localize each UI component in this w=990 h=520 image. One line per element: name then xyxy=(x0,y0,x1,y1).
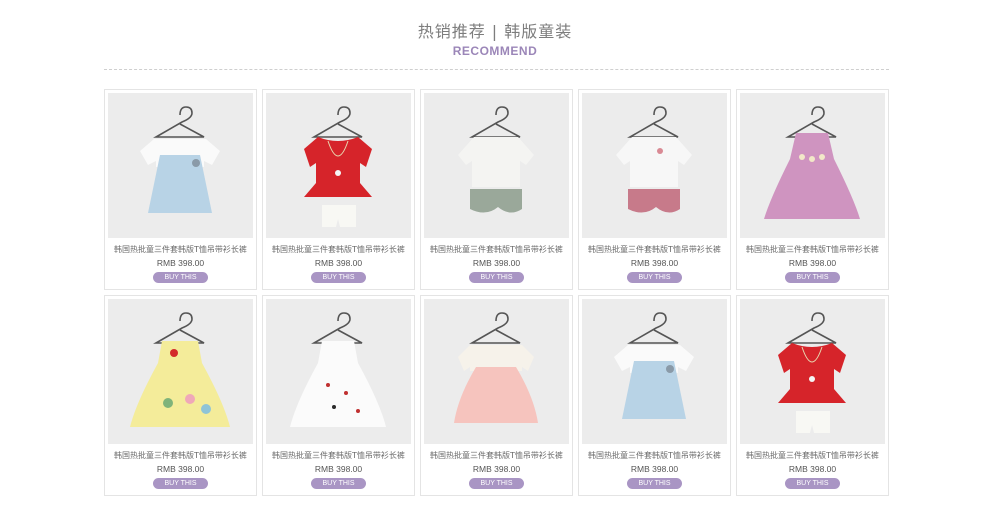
product-name[interactable]: 韩国热批童三件套韩版T恤吊带衫长裤 xyxy=(105,450,256,461)
buy-button[interactable]: BUY THIS xyxy=(785,272,840,283)
product-name[interactable]: 韩国热批童三件套韩版T恤吊带衫长裤 xyxy=(105,244,256,255)
product-name[interactable]: 韩国热批童三件套韩版T恤吊带衫长裤 xyxy=(263,244,414,255)
product-card[interactable]: 韩国热批童三件套韩版T恤吊带衫长裤 RMB 398.00 BUY THIS xyxy=(420,295,573,496)
product-image[interactable] xyxy=(424,299,569,444)
product-image[interactable] xyxy=(424,93,569,238)
garment-illustration xyxy=(740,299,885,444)
dashed-divider xyxy=(104,69,889,70)
product-price: RMB 398.00 xyxy=(156,258,205,268)
garment-illustration xyxy=(424,93,569,238)
product-price: RMB 398.00 xyxy=(788,258,837,268)
product-grid: 韩国热批童三件套韩版T恤吊带衫长裤 RMB 398.00 BUY THIS 韩国… xyxy=(104,89,889,496)
product-price: RMB 398.00 xyxy=(156,464,205,474)
product-name[interactable]: 韩国热批童三件套韩版T恤吊带衫长裤 xyxy=(421,244,572,255)
product-price: RMB 398.00 xyxy=(630,464,679,474)
product-price: RMB 398.00 xyxy=(788,464,837,474)
garment-illustration xyxy=(740,93,885,238)
product-card[interactable]: 韩国热批童三件套韩版T恤吊带衫长裤 RMB 398.00 BUY THIS xyxy=(262,295,415,496)
product-name[interactable]: 韩国热批童三件套韩版T恤吊带衫长裤 xyxy=(579,244,730,255)
product-image[interactable] xyxy=(108,299,253,444)
garment-illustration xyxy=(108,299,253,444)
garment-illustration xyxy=(266,299,411,444)
buy-button[interactable]: BUY THIS xyxy=(153,478,208,489)
garment-illustration xyxy=(108,93,253,238)
buy-button[interactable]: BUY THIS xyxy=(311,478,366,489)
garment-illustration xyxy=(424,299,569,444)
product-price: RMB 398.00 xyxy=(630,258,679,268)
product-name[interactable]: 韩国热批童三件套韩版T恤吊带衫长裤 xyxy=(737,450,888,461)
product-card[interactable]: 韩国热批童三件套韩版T恤吊带衫长裤 RMB 398.00 BUY THIS xyxy=(104,89,257,290)
product-name[interactable]: 韩国热批童三件套韩版T恤吊带衫长裤 xyxy=(579,450,730,461)
product-image[interactable] xyxy=(266,93,411,238)
product-card[interactable]: 韩国热批童三件套韩版T恤吊带衫长裤 RMB 398.00 BUY THIS xyxy=(578,295,731,496)
product-card[interactable]: 韩国热批童三件套韩版T恤吊带衫长裤 RMB 398.00 BUY THIS xyxy=(420,89,573,290)
product-card[interactable]: 韩国热批童三件套韩版T恤吊带衫长裤 RMB 398.00 BUY THIS xyxy=(104,295,257,496)
product-name[interactable]: 韩国热批童三件套韩版T恤吊带衫长裤 xyxy=(421,450,572,461)
section-header: 热销推荐 | 韩版童装 RECOMMEND xyxy=(0,0,990,72)
buy-button[interactable]: BUY THIS xyxy=(153,272,208,283)
buy-button[interactable]: BUY THIS xyxy=(627,478,682,489)
product-image[interactable] xyxy=(740,299,885,444)
product-name[interactable]: 韩国热批童三件套韩版T恤吊带衫长裤 xyxy=(263,450,414,461)
product-price: RMB 398.00 xyxy=(314,258,363,268)
product-image[interactable] xyxy=(266,299,411,444)
product-card[interactable]: 韩国热批童三件套韩版T恤吊带衫长裤 RMB 398.00 BUY THIS xyxy=(736,89,889,290)
product-image[interactable] xyxy=(582,299,727,444)
buy-button[interactable]: BUY THIS xyxy=(469,478,524,489)
product-name[interactable]: 韩国热批童三件套韩版T恤吊带衫长裤 xyxy=(737,244,888,255)
garment-illustration xyxy=(582,93,727,238)
product-card[interactable]: 韩国热批童三件套韩版T恤吊带衫长裤 RMB 398.00 BUY THIS xyxy=(262,89,415,290)
product-image[interactable] xyxy=(108,93,253,238)
buy-button[interactable]: BUY THIS xyxy=(469,272,524,283)
product-card[interactable]: 韩国热批童三件套韩版T恤吊带衫长裤 RMB 398.00 BUY THIS xyxy=(736,295,889,496)
buy-button[interactable]: BUY THIS xyxy=(311,272,366,283)
product-image[interactable] xyxy=(582,93,727,238)
section-title: 热销推荐 | 韩版童装 xyxy=(417,22,573,41)
product-card[interactable]: 韩国热批童三件套韩版T恤吊带衫长裤 RMB 398.00 BUY THIS xyxy=(578,89,731,290)
buy-button[interactable]: BUY THIS xyxy=(785,478,840,489)
product-price: RMB 398.00 xyxy=(472,464,521,474)
garment-illustration xyxy=(582,299,727,444)
product-price: RMB 398.00 xyxy=(314,464,363,474)
garment-illustration xyxy=(266,93,411,238)
buy-button[interactable]: BUY THIS xyxy=(627,272,682,283)
product-image[interactable] xyxy=(740,93,885,238)
section-subtitle: RECOMMEND xyxy=(452,44,538,58)
product-price: RMB 398.00 xyxy=(472,258,521,268)
